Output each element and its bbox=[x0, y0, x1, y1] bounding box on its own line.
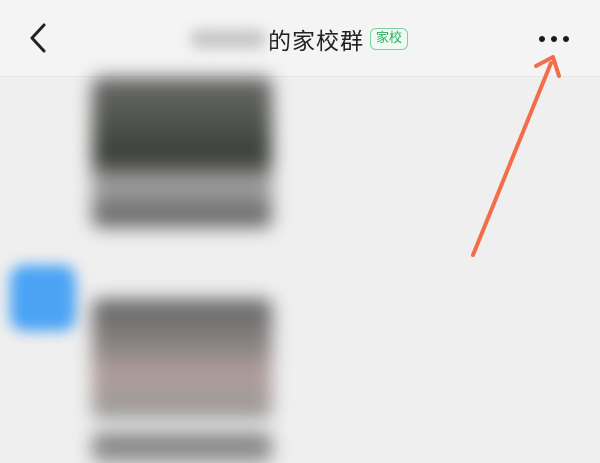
group-type-badge: 家校 bbox=[370, 28, 409, 50]
more-dots-icon bbox=[539, 36, 545, 42]
page-title: 的家校群 bbox=[268, 29, 364, 55]
blurred-image-message[interactable] bbox=[92, 299, 272, 419]
more-dots-icon bbox=[563, 36, 569, 42]
top-navigation-bar: 的家校群 家校 bbox=[0, 0, 600, 77]
chat-message-list[interactable] bbox=[0, 77, 600, 463]
back-button[interactable] bbox=[18, 18, 58, 58]
blurred-group-name bbox=[190, 29, 266, 49]
blurred-image-message[interactable] bbox=[92, 433, 272, 463]
blurred-image-message[interactable] bbox=[92, 77, 272, 227]
back-chevron-icon bbox=[30, 23, 46, 53]
sender-avatar[interactable] bbox=[10, 265, 76, 331]
more-options-button[interactable] bbox=[528, 22, 580, 56]
more-dots-icon bbox=[551, 36, 557, 42]
chat-title: 的家校群 家校 bbox=[190, 22, 409, 56]
